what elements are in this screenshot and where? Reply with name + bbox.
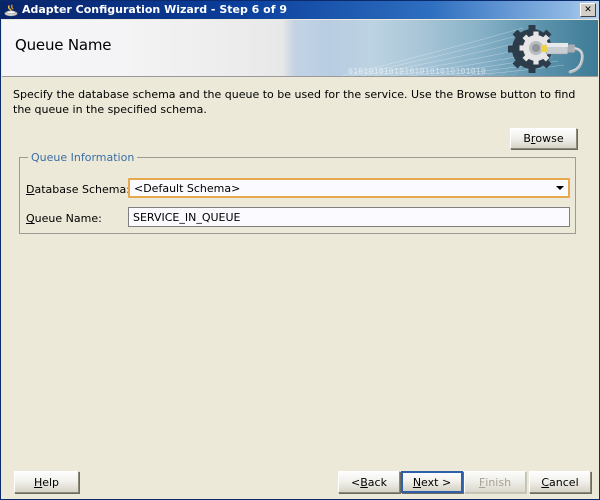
chevron-down-glyph xyxy=(556,186,564,190)
cancel-button-mnemonic: C xyxy=(541,475,550,489)
window-title: Adapter Configuration Wizard - Step 6 of… xyxy=(22,3,287,16)
adapter-configuration-wizard-window: Adapter Configuration Wizard - Step 6 of… xyxy=(0,0,600,500)
close-icon[interactable]: ✕ xyxy=(580,3,596,17)
browse-button[interactable]: Br owse xyxy=(510,128,577,149)
chevron-down-icon[interactable] xyxy=(552,180,568,196)
help-button-label-part2: elp xyxy=(42,475,60,489)
queue-name-value: SERVICE_IN_QUEUE xyxy=(133,210,241,224)
back-button-mnemonic: B xyxy=(360,475,368,489)
gear-plug-icon xyxy=(508,25,584,74)
browse-button-label-part1: B xyxy=(523,132,531,145)
finish-button: Finish xyxy=(464,471,526,493)
wizard-content: Specify the database schema and the queu… xyxy=(2,77,598,499)
next-button-mnemonic: N xyxy=(412,475,422,489)
queue-name-label-text: ueue Name: xyxy=(34,212,102,225)
cancel-button-label-part2: ancel xyxy=(549,475,579,489)
cancel-button[interactable]: Cancel xyxy=(529,471,591,493)
queue-information-group: Queue Information Database Schema: <Defa… xyxy=(19,151,576,234)
back-button-label-part2: ack xyxy=(367,475,387,489)
next-button[interactable]: Next > xyxy=(401,471,463,493)
coffee-cup-icon xyxy=(3,2,19,18)
database-schema-label: Database Schema: xyxy=(26,183,130,196)
instructions-text: Specify the database schema and the queu… xyxy=(13,88,576,116)
database-schema-label-text: atabase Schema: xyxy=(34,183,130,196)
database-schema-value: <Default Schema> xyxy=(134,181,241,195)
finish-button-label-part2: inish xyxy=(485,475,512,489)
page-title: Queue Name xyxy=(15,36,112,54)
help-button[interactable]: Help xyxy=(14,471,79,493)
queue-name-label-mnemonic: Q xyxy=(26,212,35,225)
wizard-banner: Queue Name 010101010101010101010101010 0… xyxy=(2,20,598,77)
browse-button-label-part2: owse xyxy=(535,132,564,145)
back-button-label-part1: < xyxy=(351,475,361,489)
queue-name-input[interactable]: SERVICE_IN_QUEUE xyxy=(128,207,570,227)
queue-name-label: Queue Name: xyxy=(26,212,102,225)
next-button-label-part2: ext > xyxy=(421,475,452,489)
back-button[interactable]: < Back xyxy=(338,471,400,493)
queue-information-legend: Queue Information xyxy=(28,151,138,164)
help-button-mnemonic: H xyxy=(33,475,43,489)
window-titlebar[interactable]: Adapter Configuration Wizard - Step 6 of… xyxy=(1,1,599,19)
database-schema-combobox[interactable]: <Default Schema> xyxy=(128,178,570,198)
